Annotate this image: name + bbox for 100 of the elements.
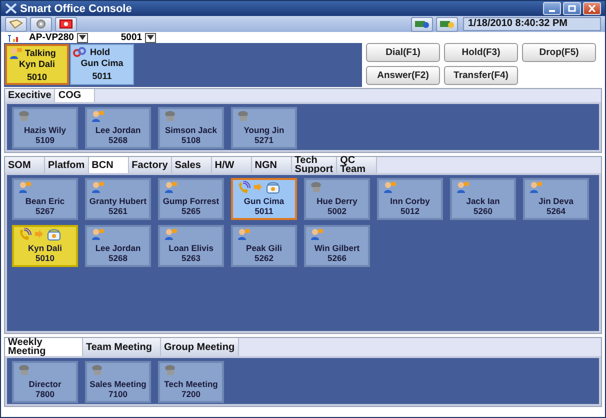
dropdown-button[interactable] bbox=[145, 32, 156, 42]
contact-tile[interactable]: Tech Meeting 7200 bbox=[158, 361, 224, 403]
contact-name: Win Gilbert bbox=[314, 243, 360, 253]
caller-number: 5011 bbox=[92, 71, 112, 81]
phone-settings-button[interactable] bbox=[436, 16, 458, 32]
person-icon bbox=[18, 181, 31, 193]
group-tab[interactable]: Group Meeting bbox=[161, 338, 239, 356]
book-icon bbox=[9, 19, 23, 29]
person-icon bbox=[9, 47, 22, 59]
call-action-button[interactable]: Hold(F3) bbox=[444, 43, 518, 62]
group-tab[interactable]: BCN bbox=[88, 157, 129, 173]
contact-number: 5263 bbox=[182, 253, 200, 263]
minimize-button[interactable] bbox=[543, 2, 561, 15]
group-tab[interactable]: NGN bbox=[252, 157, 292, 173]
contact-name: Peak Gili bbox=[246, 243, 282, 253]
contact-tile[interactable]: Granty Hubert 5261 bbox=[85, 178, 151, 220]
contact-number: 5012 bbox=[400, 206, 420, 216]
call-card[interactable]: Hold Gun Cima 5011 bbox=[70, 44, 134, 85]
contact-name: Hazis Wily bbox=[24, 125, 66, 135]
maximize-button[interactable] bbox=[563, 2, 581, 15]
group-tab[interactable]: Tech Support bbox=[292, 157, 338, 173]
call-state: Talking bbox=[25, 48, 56, 58]
contact-name: Director bbox=[28, 379, 62, 389]
signal-icon bbox=[8, 34, 20, 42]
contact-name: Gump Forrest bbox=[162, 196, 220, 206]
person-icon bbox=[310, 228, 323, 240]
group-tab[interactable]: Execitive bbox=[5, 89, 56, 102]
contact-tile[interactable]: Inn Corby 5012 bbox=[377, 178, 443, 220]
phone-icon bbox=[164, 364, 177, 376]
contacts-button[interactable] bbox=[411, 16, 433, 32]
group-tab[interactable]: Weekly Meeting bbox=[5, 338, 83, 356]
settings-button[interactable] bbox=[30, 16, 52, 32]
person-icon bbox=[383, 181, 396, 193]
contact-tile[interactable]: Bean Eric 5267 bbox=[12, 178, 78, 220]
contact-number: 5261 bbox=[108, 206, 128, 216]
contact-name: Hue Derry bbox=[316, 196, 358, 206]
contact-name: Granty Hubert bbox=[89, 196, 147, 206]
call-action-button[interactable]: Drop(F5) bbox=[522, 43, 596, 62]
contact-tile[interactable]: Hue Derry 5002 bbox=[304, 178, 370, 220]
phone-icon bbox=[18, 110, 31, 122]
contact-tile[interactable]: Lee Jordan 5268 bbox=[85, 225, 151, 267]
contact-tile[interactable]: Gump Forrest 5265 bbox=[158, 178, 224, 220]
contact-number: 5260 bbox=[474, 206, 492, 216]
contact-name: Lee Jordan bbox=[95, 125, 141, 135]
close-button[interactable] bbox=[583, 2, 601, 15]
caller-name: Kyn Dali bbox=[18, 59, 55, 69]
contact-tile[interactable]: Hazis Wily 5109 bbox=[12, 107, 78, 149]
contact-tile[interactable]: Director 7800 bbox=[12, 361, 78, 403]
contact-name: Young Jin bbox=[244, 125, 284, 135]
person-icon bbox=[164, 181, 177, 193]
extension-number: 5001 bbox=[120, 32, 142, 43]
book-button[interactable] bbox=[5, 16, 27, 32]
group-tab[interactable]: SOM bbox=[5, 157, 45, 173]
contact-number: 5002 bbox=[328, 206, 346, 216]
contact-tile[interactable]: Simson Jack 5108 bbox=[158, 107, 224, 149]
group-tab[interactable]: Team Meeting bbox=[83, 338, 161, 356]
dropdown-button[interactable] bbox=[76, 32, 88, 42]
call-action-button[interactable]: Transfer(F4) bbox=[444, 66, 518, 85]
contact-name: Loan Elivis bbox=[168, 243, 214, 253]
contact-name: Bean Eric bbox=[25, 196, 65, 206]
call-action-button[interactable]: Answer(F2) bbox=[366, 66, 440, 85]
person-icon bbox=[529, 181, 542, 193]
contact-tile[interactable]: Gun Cima 5011 bbox=[231, 178, 297, 220]
contact-tile[interactable]: Loan Elivis 5263 bbox=[158, 225, 224, 267]
settings-icon bbox=[36, 19, 46, 29]
call-status-drawing bbox=[237, 181, 281, 194]
person-icon bbox=[91, 110, 104, 122]
contact-tile[interactable]: Peak Gili 5262 bbox=[231, 225, 297, 267]
group-tab[interactable]: Factory bbox=[128, 157, 172, 173]
group-tab[interactable]: Platfom bbox=[45, 157, 89, 173]
contact-tile[interactable]: Kyn Dali 5010 bbox=[12, 225, 78, 267]
person-icon bbox=[237, 228, 250, 240]
group-tab[interactable]: Sales bbox=[172, 157, 212, 173]
group-tab[interactable]: QC Team bbox=[337, 157, 378, 173]
call-status-drawing bbox=[18, 228, 62, 241]
contact-tile[interactable]: Young Jin 5271 bbox=[231, 107, 297, 149]
contact-number: 5266 bbox=[328, 253, 346, 263]
phone-icon bbox=[310, 181, 323, 193]
call-card[interactable]: Talking Kyn Dali 5010 bbox=[5, 44, 69, 85]
screen-button[interactable] bbox=[55, 16, 77, 32]
group-tab[interactable]: COG bbox=[55, 89, 96, 102]
caller-name: Gun Cima bbox=[80, 58, 124, 68]
contact-number: 5264 bbox=[546, 206, 566, 216]
contact-tile[interactable]: Lee Jordan 5268 bbox=[85, 107, 151, 149]
caller-number: 5010 bbox=[26, 72, 48, 82]
contact-tile[interactable]: Jin Deva 5264 bbox=[523, 178, 589, 220]
contact-name: Jack Ian bbox=[466, 196, 500, 206]
screen-icon bbox=[59, 19, 73, 29]
contact-name: Sales Meeting bbox=[90, 379, 146, 389]
contact-tile[interactable]: Jack Ian 5260 bbox=[450, 178, 516, 220]
contact-number: 7800 bbox=[36, 389, 54, 399]
contact-number: 5010 bbox=[36, 253, 54, 263]
person-icon bbox=[456, 181, 469, 193]
group-tab[interactable]: H/W bbox=[212, 157, 252, 173]
call-action-button[interactable]: Dial(F1) bbox=[366, 43, 440, 62]
contact-number: 5268 bbox=[108, 135, 128, 145]
contact-name: Kyn Dali bbox=[28, 243, 62, 253]
person-icon bbox=[91, 228, 104, 240]
contact-tile[interactable]: Sales Meeting 7100 bbox=[85, 361, 151, 403]
contact-tile[interactable]: Win Gilbert 5266 bbox=[304, 225, 370, 267]
